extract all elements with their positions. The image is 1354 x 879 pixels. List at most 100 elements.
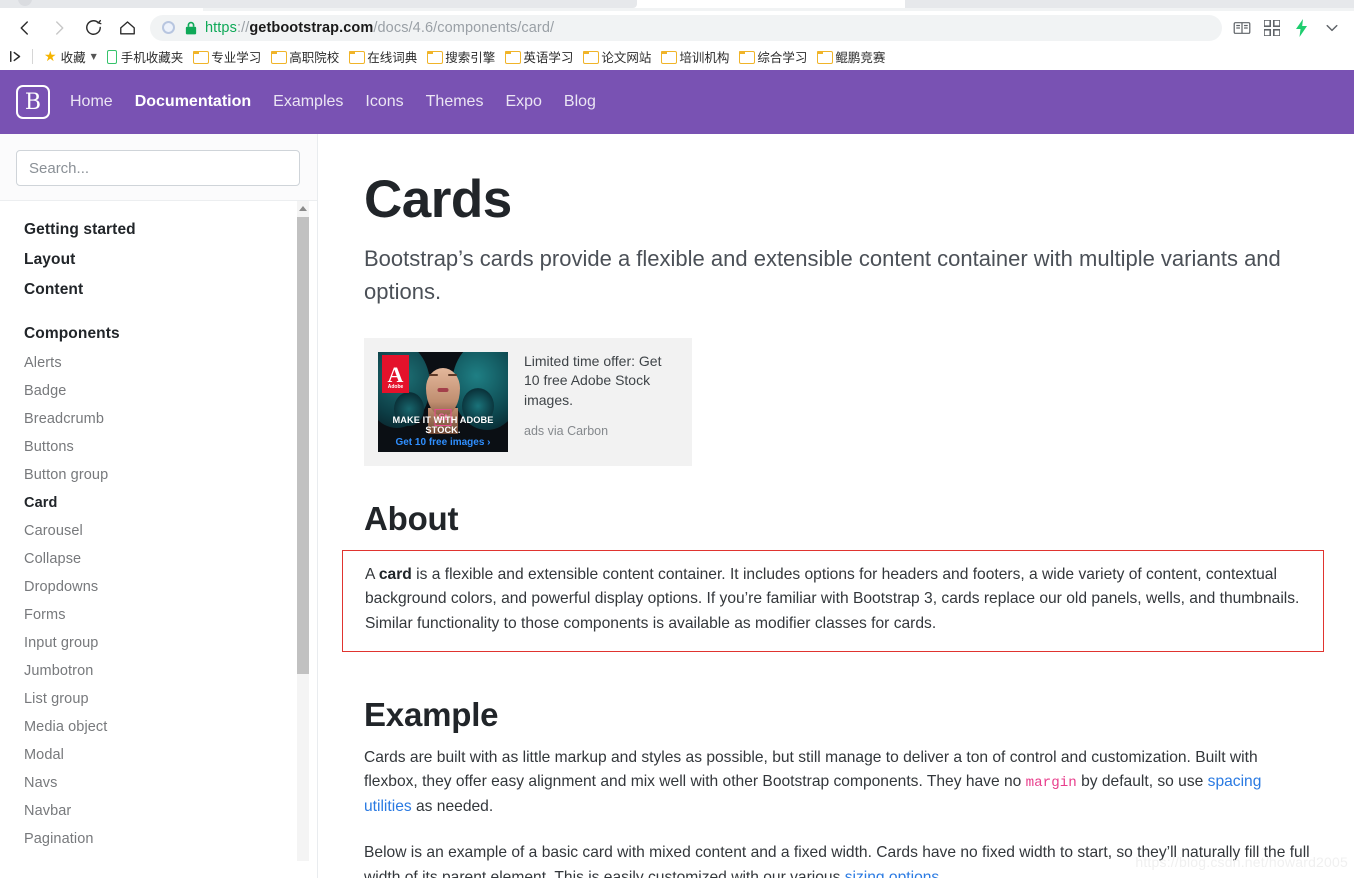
bootstrap-navbar: B Home Documentation Examples Icons Them… bbox=[0, 70, 1354, 134]
bookmark-label: 培训机构 bbox=[679, 50, 730, 65]
page-info-icon[interactable] bbox=[162, 21, 175, 34]
example-p1-text-b: by default, so use bbox=[1076, 773, 1208, 791]
apps-list-icon[interactable] bbox=[6, 50, 26, 63]
bookmark-item-mobile[interactable]: 手机收藏夹 bbox=[102, 45, 189, 68]
sidebar-item-layout[interactable]: Layout bbox=[0, 245, 317, 275]
folder-icon bbox=[661, 50, 678, 64]
sidebar-item-navbar[interactable]: Navbar bbox=[0, 797, 317, 825]
forward-arrow-icon[interactable] bbox=[42, 13, 76, 43]
folder-icon bbox=[817, 50, 834, 64]
bookmark-folder-3[interactable]: 在线词典 bbox=[344, 45, 422, 68]
example-p2-text-a: Below is an example of a basic card with… bbox=[364, 844, 1310, 878]
nav-link-home[interactable]: Home bbox=[70, 93, 113, 111]
lock-icon bbox=[185, 21, 197, 35]
sidebar-item-card[interactable]: Card bbox=[0, 489, 317, 517]
bookmark-label: 收藏 bbox=[60, 50, 86, 65]
sidebar-item-input-group[interactable]: Input group bbox=[0, 629, 317, 657]
sidebar-item-dropdowns[interactable]: Dropdowns bbox=[0, 573, 317, 601]
sidebar-item-button-group[interactable]: Button group bbox=[0, 461, 317, 489]
carbon-ad-poweredby[interactable]: ads via Carbon bbox=[524, 424, 678, 438]
sidebar-item-list-group[interactable]: List group bbox=[0, 685, 317, 713]
bootstrap-logo[interactable]: B bbox=[16, 85, 50, 119]
lightning-bolt-icon[interactable] bbox=[1288, 15, 1316, 41]
about-bold-card: card bbox=[378, 565, 412, 583]
reading-mode-icon[interactable] bbox=[1228, 15, 1256, 41]
sidebar-item-alerts[interactable]: Alerts bbox=[0, 349, 317, 377]
bootstrap-nav-links: Home Documentation Examples Icons Themes… bbox=[70, 93, 596, 111]
sidebar-item-forms[interactable]: Forms bbox=[0, 601, 317, 629]
bookmark-folder-2[interactable]: 高职院校 bbox=[266, 45, 344, 68]
section-heading-about: About bbox=[364, 499, 459, 537]
bookmark-label: 英语学习 bbox=[523, 50, 574, 65]
bookmark-folder-6[interactable]: 论文网站 bbox=[578, 45, 656, 68]
sidebar-item-pagination[interactable]: Pagination bbox=[0, 825, 317, 853]
folder-icon bbox=[193, 50, 210, 64]
folder-icon bbox=[427, 50, 444, 64]
sidebar-item-collapse[interactable]: Collapse bbox=[0, 545, 317, 573]
sidebar-item-navs[interactable]: Navs bbox=[0, 769, 317, 797]
url-host: getbootstrap.com bbox=[249, 19, 374, 36]
phone-icon bbox=[106, 49, 117, 64]
carbon-ad-image[interactable]: A Adobe St MAKE IT WITH ADOBE STOCK. Get… bbox=[378, 351, 508, 452]
chevron-down-icon[interactable] bbox=[1318, 15, 1346, 41]
nav-link-blog[interactable]: Blog bbox=[564, 93, 596, 111]
carbon-ad-text: Limited time offer: Get 10 free Adobe St… bbox=[524, 352, 678, 452]
qr-code-icon[interactable] bbox=[1258, 15, 1286, 41]
sidebar-item-buttons[interactable]: Buttons bbox=[0, 433, 317, 461]
sidebar-item-modal[interactable]: Modal bbox=[0, 741, 317, 769]
example-p1-text-c: as needed. bbox=[411, 797, 494, 815]
browser-chrome: https://getbootstrap.com/docs/4.6/compon… bbox=[0, 0, 1354, 70]
chevron-down-icon[interactable]: ▼ bbox=[91, 52, 97, 61]
example-paragraph-1: Cards are built with as little markup an… bbox=[364, 746, 1312, 820]
nav-link-documentation[interactable]: Documentation bbox=[135, 93, 251, 111]
nav-link-examples[interactable]: Examples bbox=[273, 93, 343, 111]
bookmark-folder-1[interactable]: 专业学习 bbox=[188, 45, 266, 68]
url-text: https://getbootstrap.com/docs/4.6/compon… bbox=[205, 20, 554, 36]
tab-strip-segment-left bbox=[0, 0, 637, 8]
sidebar-item-carousel[interactable]: Carousel bbox=[0, 517, 317, 545]
reload-icon[interactable] bbox=[76, 13, 110, 43]
docs-sidebar: Getting started Layout Content Component… bbox=[0, 134, 318, 878]
folder-icon bbox=[271, 50, 288, 64]
carbon-ad-headline[interactable]: Limited time offer: Get 10 free Adobe St… bbox=[524, 352, 678, 411]
bookmark-folder-4[interactable]: 搜索引擎 bbox=[422, 45, 500, 68]
nav-link-themes[interactable]: Themes bbox=[426, 93, 484, 111]
tab-strip-segment-right bbox=[905, 0, 1354, 8]
sidebar-item-media-object[interactable]: Media object bbox=[0, 713, 317, 741]
bookmark-folder-9[interactable]: 鲲鹏竞赛 bbox=[812, 45, 890, 68]
sidebar-item-badge[interactable]: Badge bbox=[0, 377, 317, 405]
bookmark-folder-7[interactable]: 培训机构 bbox=[656, 45, 734, 68]
nav-link-icons[interactable]: Icons bbox=[365, 93, 403, 111]
bookmark-label: 高职院校 bbox=[289, 50, 340, 65]
search-input[interactable] bbox=[16, 150, 300, 186]
ad-art-lips bbox=[437, 387, 449, 392]
star-icon: ★ bbox=[44, 48, 57, 65]
bookmark-label: 综合学习 bbox=[757, 50, 808, 65]
sidebar-scrollbar-thumb[interactable] bbox=[297, 217, 309, 674]
adobe-a-glyph: A bbox=[387, 361, 404, 387]
scroll-up-arrow-icon[interactable] bbox=[297, 201, 309, 215]
bookmark-label: 在线词典 bbox=[367, 50, 418, 65]
sidebar-nav: Getting started Layout Content Component… bbox=[0, 201, 317, 861]
adobe-wordmark: Adobe bbox=[387, 383, 404, 390]
sidebar-item-content[interactable]: Content bbox=[0, 275, 317, 305]
sidebar-item-getting-started[interactable]: Getting started bbox=[0, 215, 317, 245]
sidebar-item-components[interactable]: Components bbox=[0, 319, 317, 349]
example-p2-text-b: . bbox=[939, 869, 944, 878]
carbon-ad[interactable]: A Adobe St MAKE IT WITH ADOBE STOCK. Get… bbox=[364, 337, 692, 466]
bookmark-folder-8[interactable]: 综合学习 bbox=[734, 45, 812, 68]
nav-link-expo[interactable]: Expo bbox=[505, 93, 541, 111]
bookmark-folder-5[interactable]: 英语学习 bbox=[500, 45, 578, 68]
inline-code-margin: margin bbox=[1025, 775, 1077, 792]
address-bar[interactable]: https://getbootstrap.com/docs/4.6/compon… bbox=[150, 14, 1222, 41]
ad-caption-line2[interactable]: Get 10 free images › bbox=[378, 437, 508, 448]
bookmark-item-favorites[interactable]: ★ 收藏 ▼ bbox=[39, 45, 102, 68]
bookmark-label: 鲲鹏竞赛 bbox=[835, 50, 886, 65]
back-arrow-icon[interactable] bbox=[8, 13, 42, 43]
sidebar-item-jumbotron[interactable]: Jumbotron bbox=[0, 657, 317, 685]
home-icon[interactable] bbox=[110, 13, 144, 43]
link-sizing-options[interactable]: sizing options bbox=[845, 869, 939, 878]
example-paragraph-2: Below is an example of a basic card with… bbox=[364, 841, 1312, 878]
sidebar-item-breadcrumb[interactable]: Breadcrumb bbox=[0, 405, 317, 433]
